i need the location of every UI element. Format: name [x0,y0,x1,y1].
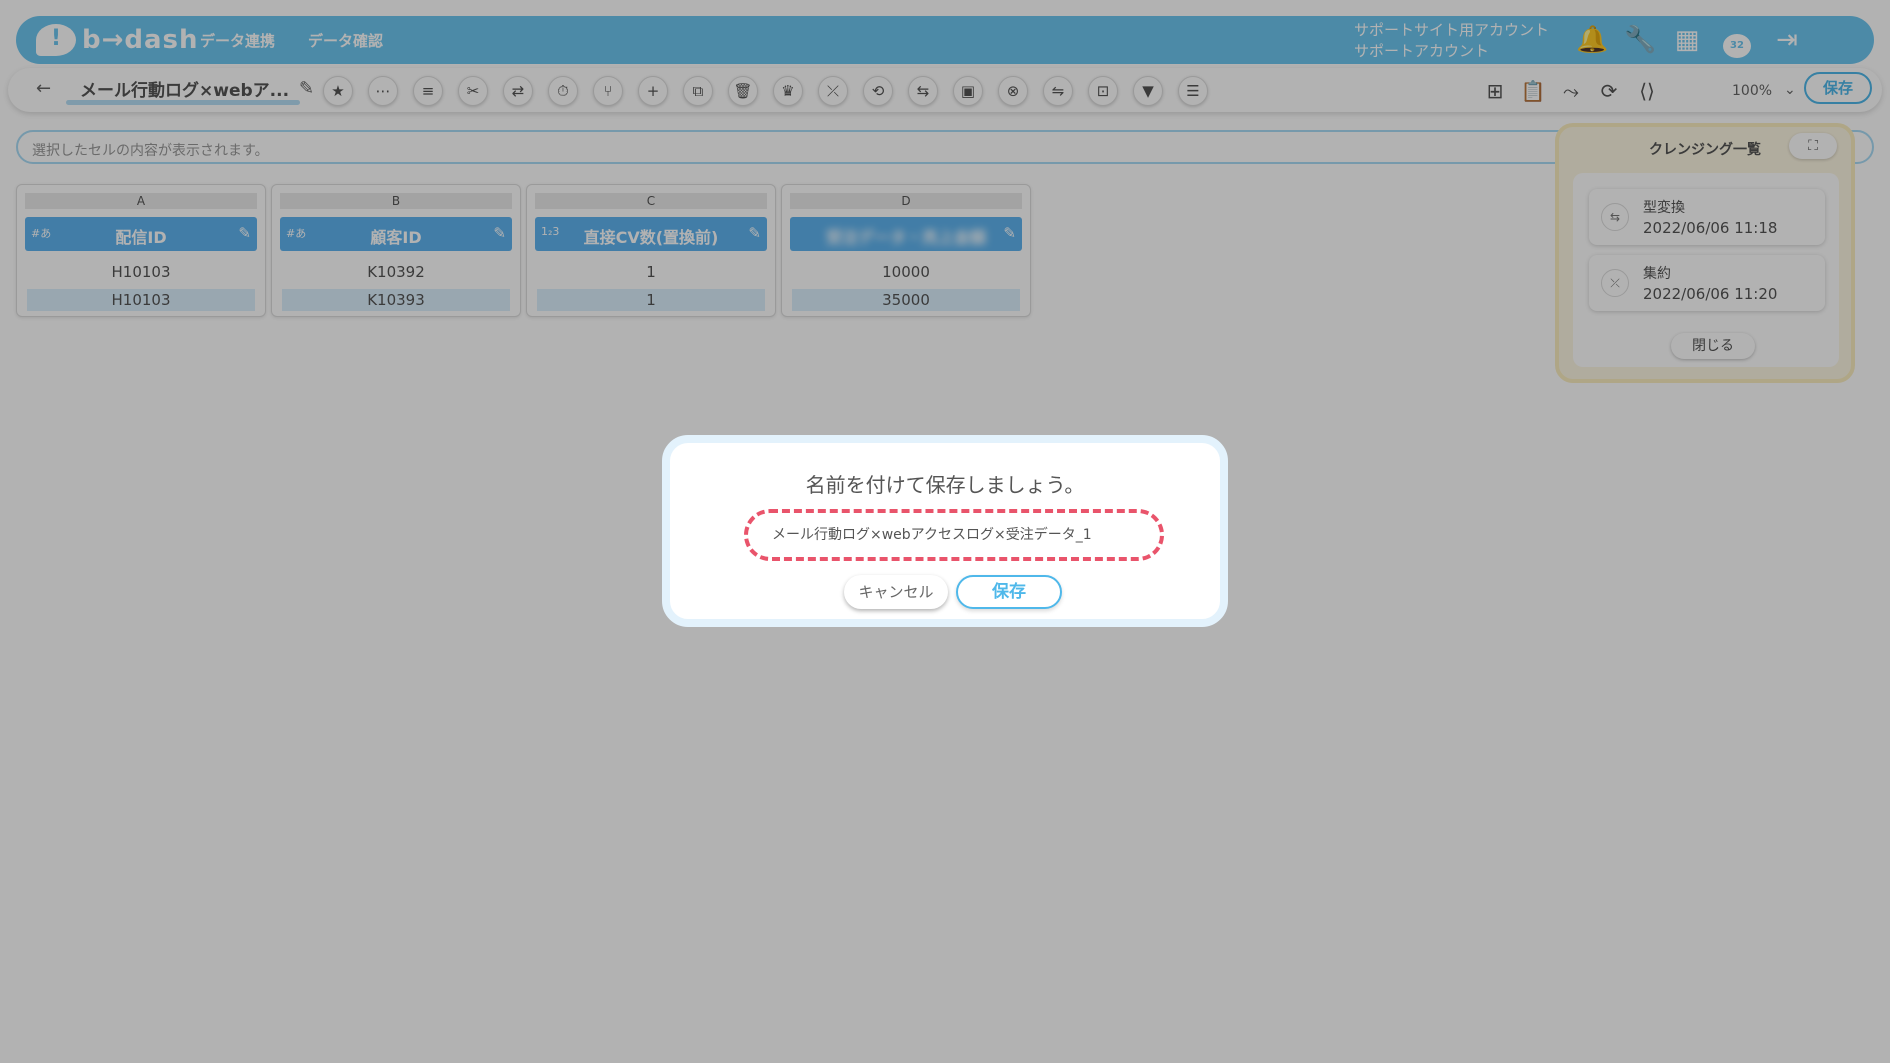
save-name-dialog: 名前を付けて保存しましょう。 メール行動ログ×webアクセスログ×受注データ_1… [662,435,1228,627]
name-input[interactable]: メール行動ログ×webアクセスログ×受注データ_1 [744,509,1164,561]
dialog-title: 名前を付けて保存しましょう。 [805,473,1085,497]
cancel-button[interactable]: キャンセル [844,575,948,609]
save-button[interactable]: 保存 [956,575,1062,609]
